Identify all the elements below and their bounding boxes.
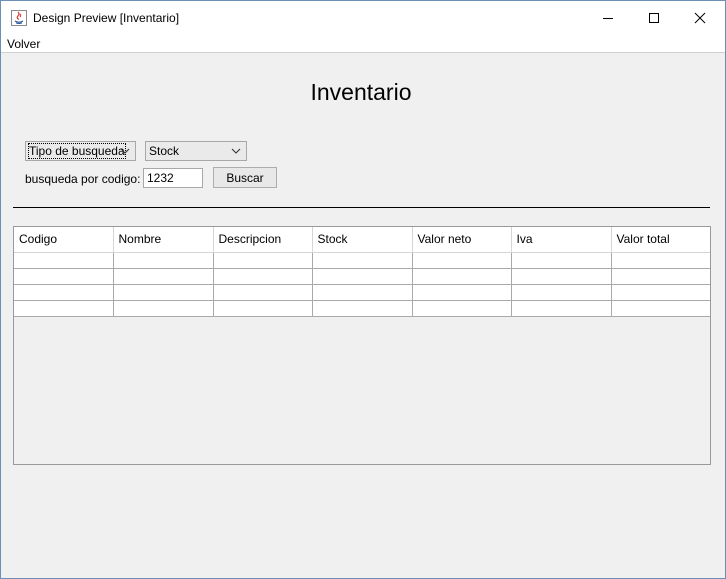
- table-cell[interactable]: [511, 252, 612, 269]
- main-content: Inventario Tipo de busqueda Stock busque…: [3, 54, 723, 577]
- table-cell[interactable]: [312, 300, 413, 317]
- table-cell[interactable]: [611, 252, 710, 269]
- maximize-button[interactable]: [631, 1, 677, 35]
- column-header-stock[interactable]: Stock: [312, 227, 413, 253]
- code-search-input[interactable]: [143, 168, 203, 188]
- search-button[interactable]: Buscar: [213, 167, 277, 188]
- table-header-row: Codigo Nombre Descripcion Stock Valor ne…: [14, 227, 710, 253]
- inventory-table: Codigo Nombre Descripcion Stock Valor ne…: [14, 227, 710, 317]
- table-cell[interactable]: [412, 252, 512, 269]
- chevron-down-icon: [120, 148, 130, 154]
- table-cell[interactable]: [14, 284, 114, 301]
- column-header-nombre[interactable]: Nombre: [113, 227, 214, 253]
- table-cell[interactable]: [14, 300, 114, 317]
- table-cell[interactable]: [511, 268, 612, 285]
- divider: [13, 207, 710, 208]
- table-cell[interactable]: [213, 300, 313, 317]
- window-title: Design Preview [Inventario]: [33, 11, 180, 25]
- table-cell[interactable]: [113, 268, 214, 285]
- table-cell[interactable]: [14, 268, 114, 285]
- code-search-label: busqueda por codigo:: [25, 172, 141, 186]
- table-row[interactable]: [14, 268, 710, 285]
- table-cell[interactable]: [213, 268, 313, 285]
- inventory-table-scrollpane[interactable]: Codigo Nombre Descripcion Stock Valor ne…: [13, 226, 711, 465]
- table-cell[interactable]: [113, 252, 214, 269]
- table-cell[interactable]: [213, 252, 313, 269]
- table-cell[interactable]: [611, 268, 710, 285]
- table-cell[interactable]: [312, 284, 413, 301]
- table-cell[interactable]: [511, 300, 612, 317]
- table-cell[interactable]: [511, 284, 612, 301]
- table-cell[interactable]: [412, 268, 512, 285]
- title-bar[interactable]: Design Preview [Inventario]: [1, 1, 725, 35]
- table-cell[interactable]: [14, 252, 114, 269]
- search-type-combo[interactable]: Tipo de busqueda: [25, 141, 136, 161]
- table-cell[interactable]: [312, 252, 413, 269]
- column-header-descripcion[interactable]: Descripcion: [213, 227, 313, 253]
- table-cell[interactable]: [113, 284, 214, 301]
- java-app-icon: [11, 10, 27, 26]
- table-cell[interactable]: [611, 284, 710, 301]
- table-cell[interactable]: [611, 300, 710, 317]
- minimize-icon: [603, 18, 613, 19]
- menu-bar: Volver: [1, 35, 725, 53]
- application-window: Design Preview [Inventario] Volver Inven…: [0, 0, 726, 579]
- close-icon: [694, 12, 706, 24]
- column-header-valor-neto[interactable]: Valor neto: [412, 227, 512, 253]
- table-cell[interactable]: [312, 268, 413, 285]
- page-title: Inventario: [310, 79, 412, 105]
- column-header-iva[interactable]: Iva: [511, 227, 612, 253]
- column-header-codigo[interactable]: Codigo: [14, 227, 114, 253]
- stock-filter-value: Stock: [149, 144, 180, 158]
- close-button[interactable]: [677, 1, 723, 35]
- table-row[interactable]: [14, 252, 710, 269]
- stock-filter-combo[interactable]: Stock: [145, 141, 247, 161]
- menu-item-volver[interactable]: Volver: [7, 37, 40, 51]
- chevron-down-icon: [231, 148, 241, 154]
- table-row[interactable]: [14, 300, 710, 317]
- table-cell[interactable]: [412, 284, 512, 301]
- column-header-valor-total[interactable]: Valor total: [611, 227, 710, 253]
- table-cell[interactable]: [412, 300, 512, 317]
- maximize-icon: [649, 13, 659, 23]
- table-cell[interactable]: [113, 300, 214, 317]
- minimize-button[interactable]: [585, 1, 631, 35]
- table-cell[interactable]: [213, 284, 313, 301]
- table-row[interactable]: [14, 284, 710, 301]
- search-type-value: Tipo de busqueda: [28, 143, 126, 159]
